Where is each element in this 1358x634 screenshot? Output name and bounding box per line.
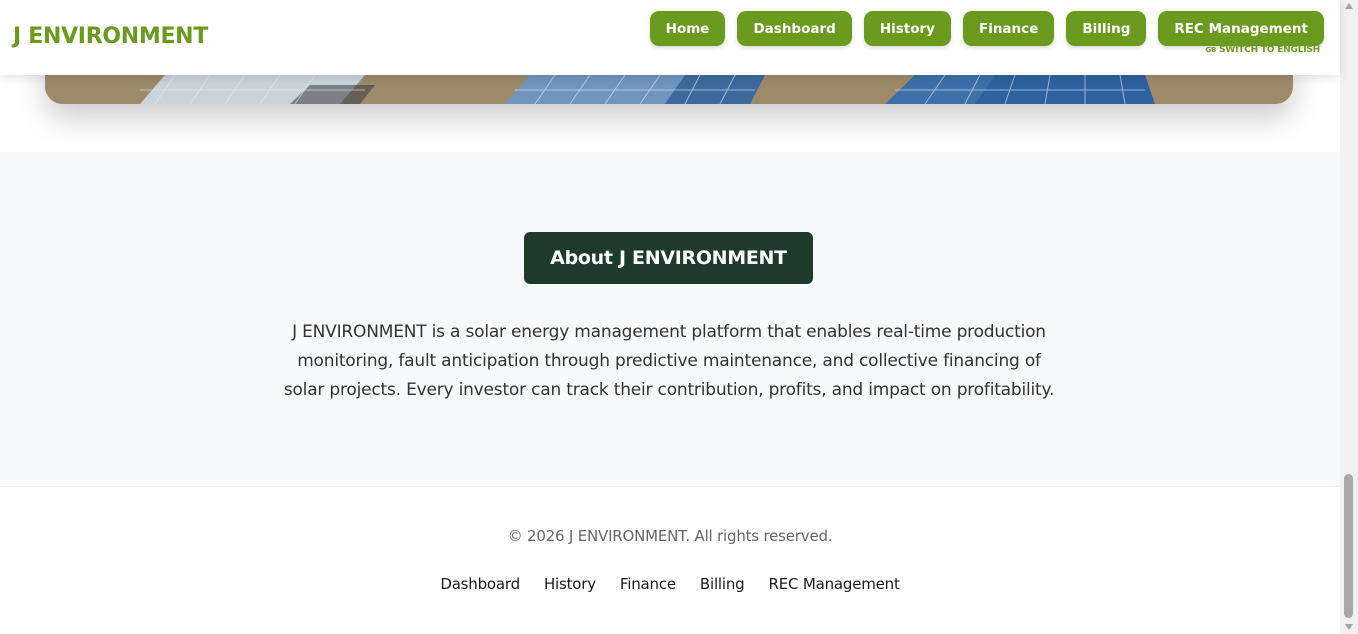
scroll-up-arrow-icon[interactable]: [1345, 3, 1353, 9]
about-section: About J ENVIRONMENT J ENVIRONMENT is a s…: [0, 152, 1340, 486]
gb-flag-icon: GB: [1205, 46, 1217, 54]
footer-link-rec-management[interactable]: REC Management: [769, 575, 900, 593]
main-nav: Home Dashboard History Finance Billing R…: [649, 11, 1324, 46]
nav-dashboard-button[interactable]: Dashboard: [737, 11, 852, 46]
nav-finance-button[interactable]: Finance: [962, 11, 1055, 46]
page-scrollbar[interactable]: [1340, 0, 1358, 634]
footer-link-history[interactable]: History: [544, 575, 596, 593]
nav-rec-management-button[interactable]: REC Management: [1158, 11, 1324, 46]
copyright-text: © 2026 J ENVIRONMENT. All rights reserve…: [507, 527, 833, 545]
scroll-down-arrow-icon[interactable]: [1345, 624, 1353, 630]
about-description: J ENVIRONMENT is a solar energy manageme…: [283, 322, 1055, 400]
site-footer: © 2026 J ENVIRONMENT. All rights reserve…: [0, 486, 1340, 634]
footer-link-finance[interactable]: Finance: [620, 575, 676, 593]
footer-nav: Dashboard History Finance Billing REC Ma…: [0, 575, 1340, 593]
language-switch[interactable]: GB SWITCH TO ENGLISH: [1205, 45, 1320, 55]
about-title: About J ENVIRONMENT: [524, 232, 813, 284]
nav-history-button[interactable]: History: [863, 11, 951, 46]
nav-home-button[interactable]: Home: [649, 11, 726, 46]
nav-billing-button[interactable]: Billing: [1066, 11, 1147, 46]
footer-link-billing[interactable]: Billing: [700, 575, 745, 593]
scrollbar-thumb[interactable]: [1344, 474, 1353, 618]
site-header: J ENVIRONMENT Home Dashboard History Fin…: [0, 0, 1340, 75]
language-switch-label: SWITCH TO ENGLISH: [1219, 45, 1320, 55]
brand-logo[interactable]: J ENVIRONMENT: [13, 24, 208, 49]
footer-link-dashboard[interactable]: Dashboard: [440, 575, 520, 593]
